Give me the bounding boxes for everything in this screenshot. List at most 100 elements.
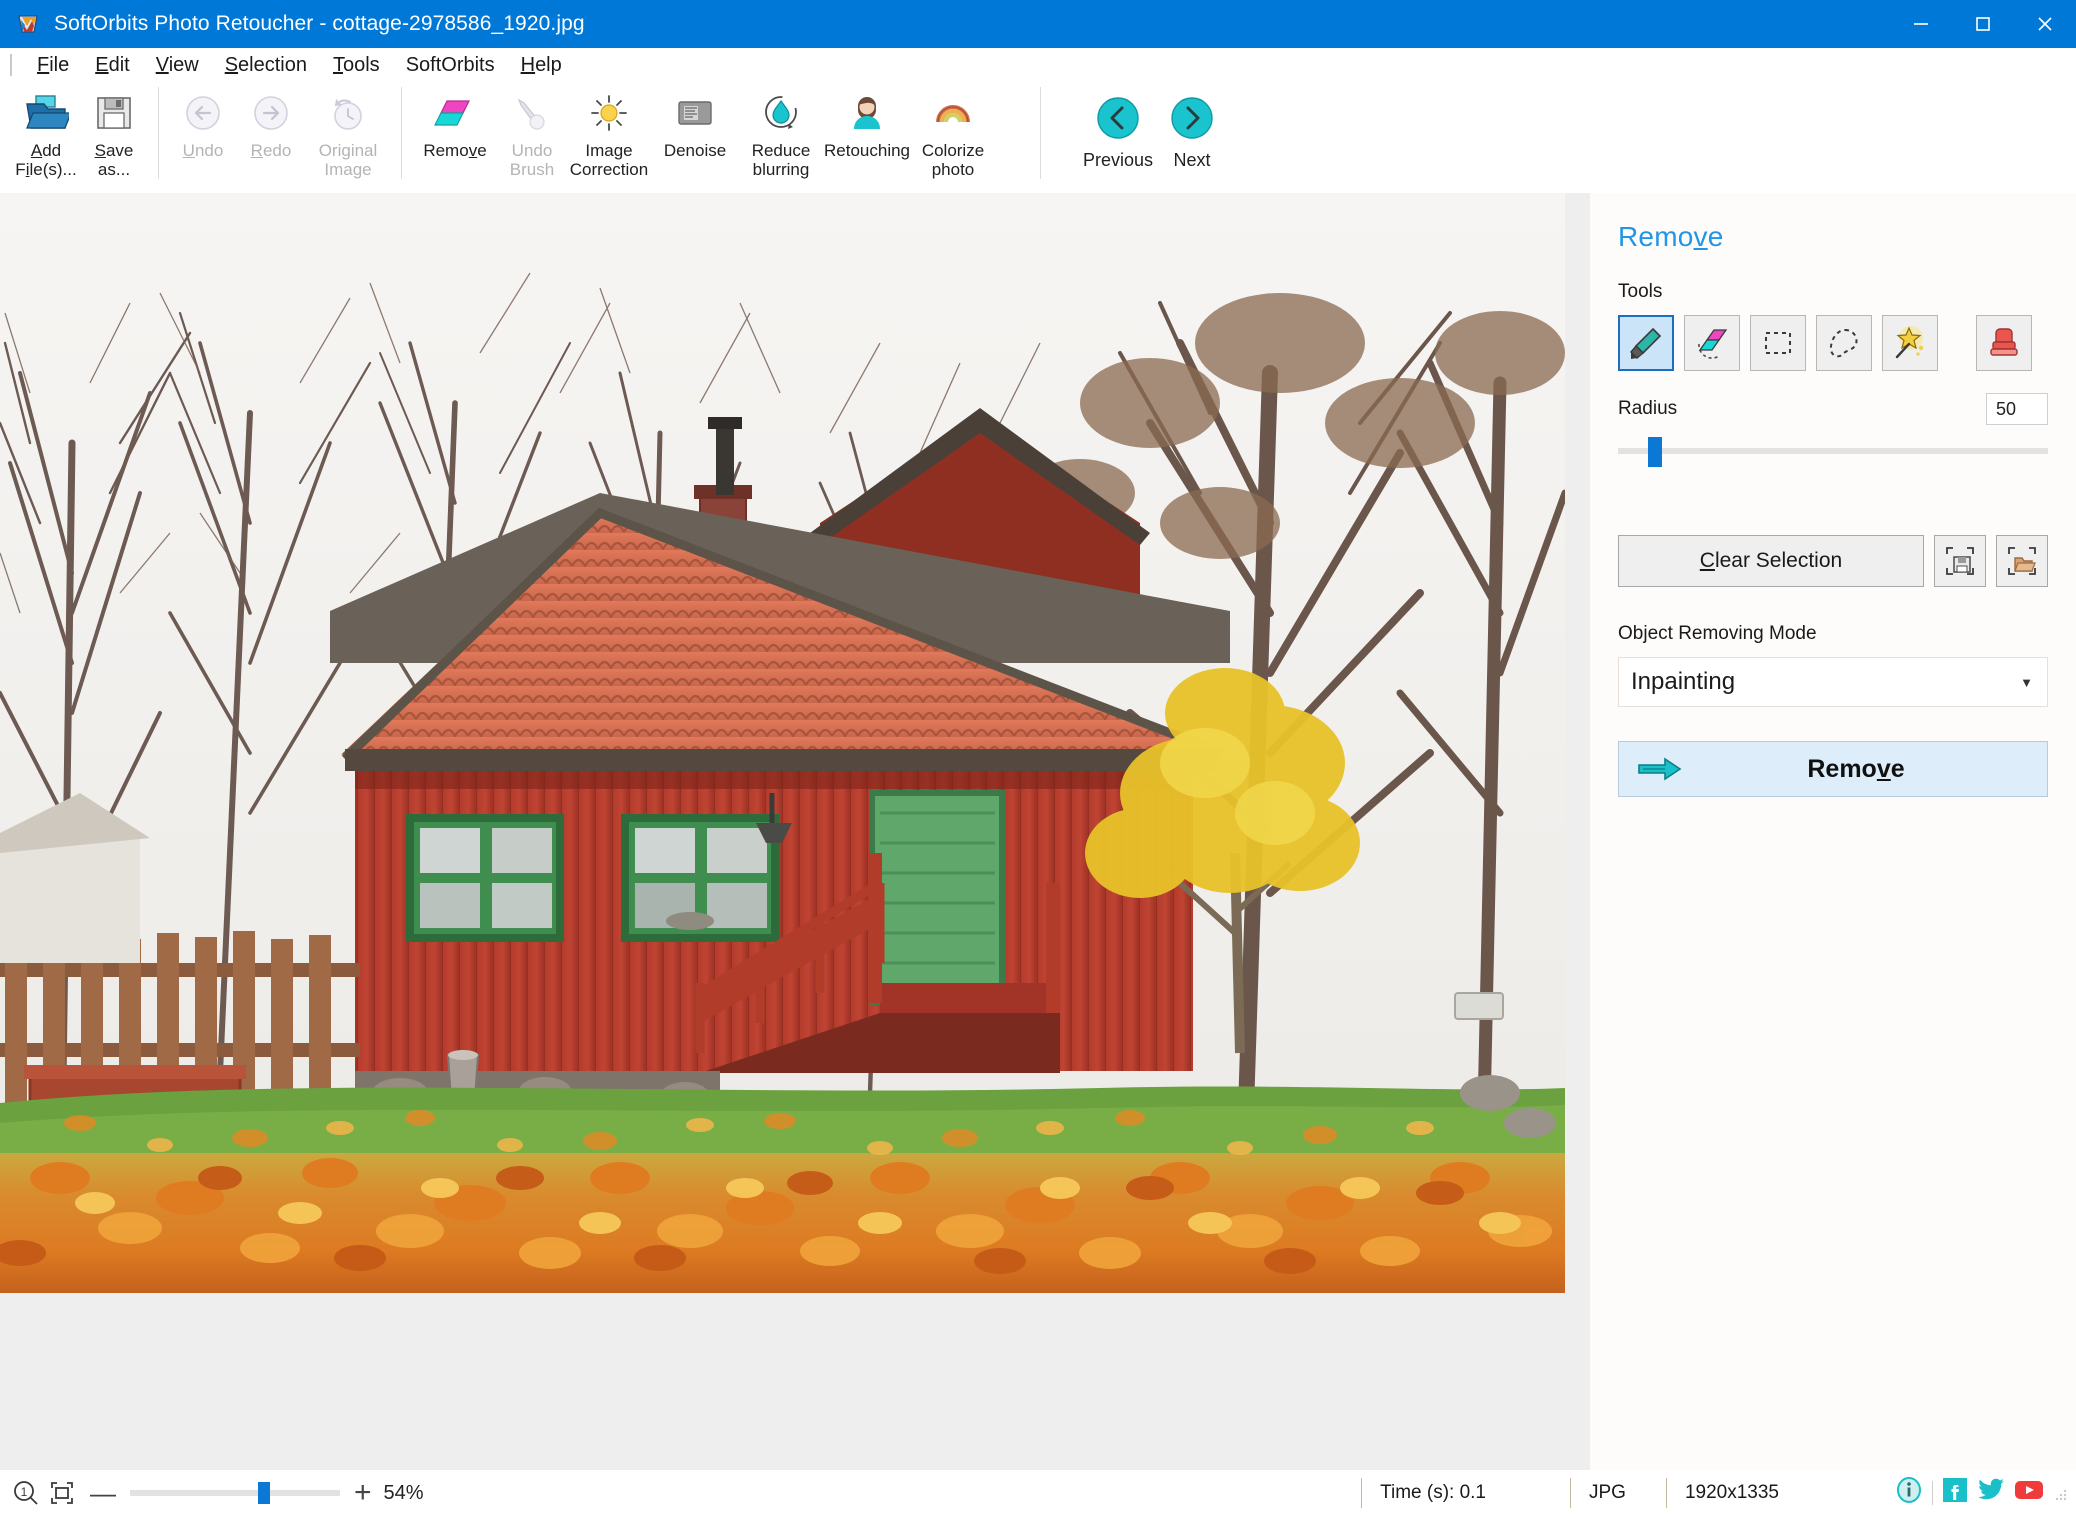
workspace: Remove Tools Radius 50 C lear Selection … (0, 193, 2076, 1470)
radius-input[interactable]: 50 (1986, 393, 2048, 425)
status-bar: 1 — + 54% Time (s): 0.1 JPG 1920x1335 (0, 1470, 2076, 1516)
statusbar-separator-3 (1665, 1478, 1667, 1508)
reduce-blurring-button[interactable]: Reduce blurring (738, 83, 824, 187)
close-icon[interactable] (2014, 0, 2076, 48)
photo-image[interactable] (0, 193, 1565, 1293)
denoise-button[interactable]: Denoise (652, 83, 738, 187)
retouching-button[interactable]: Retouching (824, 83, 910, 187)
previous-label: Previous (1082, 150, 1154, 170)
zoom-in-icon[interactable]: + (354, 1478, 372, 1508)
magic-wand-tool[interactable] (1882, 315, 1938, 371)
undo-button[interactable]: Undo (169, 83, 237, 187)
redo-arrow-icon (249, 89, 293, 137)
lasso-icon (1829, 328, 1858, 358)
next-label: Next (1173, 150, 1211, 170)
remove-action-button[interactable]: Remove (1618, 741, 2048, 797)
toolbar-group-effects: Remove Undo Brush Image Correction Denoi… (412, 83, 996, 191)
brush-tool[interactable] (1618, 315, 1674, 371)
original-image-label: Original Image (318, 141, 378, 179)
image-canvas-area[interactable] (0, 193, 1590, 1470)
lasso-select-tool[interactable] (1816, 315, 1872, 371)
undo-brush-button[interactable]: Undo Brush (498, 83, 566, 187)
zoom-out-icon[interactable]: — (90, 1480, 116, 1506)
twitter-icon[interactable] (1977, 1477, 2005, 1509)
undo-brush-label: Undo Brush (509, 141, 555, 179)
menu-item-view[interactable]: View (143, 51, 212, 80)
original-image-button[interactable]: Original Image (305, 83, 391, 187)
resize-grip-icon[interactable] (2054, 1486, 2068, 1501)
image-correction-label: Image Correction (569, 141, 649, 179)
tool-options-panel: Remove Tools Radius 50 C lear Selection … (1590, 193, 2076, 1470)
zoom-slider-thumb[interactable] (258, 1482, 270, 1504)
remove-button[interactable]: Remove (412, 83, 498, 187)
facebook-icon[interactable] (1942, 1477, 1968, 1509)
zoom-slider[interactable] (130, 1481, 340, 1505)
add-files-button[interactable]: Add File(s)... (12, 83, 80, 187)
tools-row (1618, 315, 2048, 371)
denoise-icon (673, 89, 717, 137)
info-icon[interactable] (1895, 1476, 1923, 1510)
panel-title: Remove (1618, 221, 1724, 252)
radius-slider-thumb[interactable] (1648, 437, 1662, 467)
tools-label: Tools (1618, 281, 1663, 302)
colorize-rainbow-icon (931, 89, 975, 137)
save-selection-icon (1946, 547, 1974, 575)
main-toolbar: Add File(s)... Save as... Undo Redo Orig… (0, 83, 2076, 274)
social-links (1895, 1476, 2044, 1510)
image-correction-button[interactable]: Image Correction (566, 83, 652, 187)
eraser-icon (1698, 329, 1728, 359)
redo-button[interactable]: Redo (237, 83, 305, 187)
undo-label: Undo (182, 141, 224, 160)
zoom-slider-track (130, 1490, 340, 1496)
application-window: SoftOrbits Photo Retoucher - cottage-297… (0, 0, 2076, 1516)
youtube-icon[interactable] (2014, 1479, 2044, 1507)
radius-slider-track (1618, 448, 2048, 454)
remove-action-label: Remove (1807, 754, 1905, 783)
maximize-icon[interactable] (1952, 0, 2014, 48)
redo-label: Redo (250, 141, 292, 160)
statusbar-separator-1 (1361, 1478, 1363, 1508)
menu-item-edit[interactable]: Edit (82, 51, 142, 80)
undo-arrow-icon (181, 89, 225, 137)
cottage-photo (0, 193, 1565, 1293)
remove-shape-icon (433, 89, 477, 137)
eraser-tool[interactable] (1684, 315, 1740, 371)
softorbits-logo-icon (14, 10, 42, 38)
menu-bar: File Edit View Selection Tools SoftOrbit… (0, 48, 2076, 83)
radius-row: Radius 50 (1618, 393, 2048, 425)
radius-slider[interactable] (1618, 435, 2048, 467)
file-format-label: JPG (1589, 1482, 1626, 1503)
load-selection-button[interactable] (1996, 535, 2048, 587)
menu-item-softorbits[interactable]: SoftOrbits (393, 51, 508, 80)
zoom-percent-label: 54% (383, 1481, 424, 1504)
clone-stamp-tool[interactable] (1976, 315, 2032, 371)
menu-item-file[interactable]: File (24, 51, 82, 80)
menu-item-help[interactable]: Help (508, 51, 575, 80)
statusbar-separator-2 (1570, 1478, 1571, 1508)
zoom-one-to-one-icon[interactable]: 1 (12, 1479, 40, 1507)
save-as-button[interactable]: Save as... (80, 83, 148, 187)
denoise-label: Denoise (663, 141, 727, 160)
colorize-photo-button[interactable]: Colorize photo (910, 83, 996, 187)
clear-selection-button[interactable]: Clear Selection (1618, 535, 1924, 587)
processing-time-label: Time (s): 0.1 (1380, 1482, 1486, 1503)
minimize-icon[interactable] (1890, 0, 1952, 48)
save-selection-button[interactable] (1934, 535, 1986, 587)
previous-button[interactable]: Previous (1081, 83, 1155, 187)
next-button[interactable]: Next (1155, 83, 1229, 187)
original-image-icon (326, 89, 370, 137)
window-title: SoftOrbits Photo Retoucher - cottage-297… (54, 12, 585, 35)
rectangle-select-tool[interactable] (1750, 315, 1806, 371)
object-removing-mode-label: Object Removing Mode (1618, 623, 1817, 644)
fit-to-window-icon[interactable] (48, 1479, 76, 1507)
object-removing-mode-select[interactable]: Inpainting ▼ (1618, 657, 2048, 707)
retouching-person-icon (845, 89, 889, 137)
marker-brush-icon (1630, 327, 1662, 359)
menubar-grip (10, 54, 12, 76)
svg-text:1: 1 (21, 1485, 28, 1499)
reduce-blurring-icon (759, 89, 803, 137)
menu-item-selection[interactable]: Selection (212, 51, 320, 80)
menu-item-tools[interactable]: Tools (320, 51, 393, 80)
brightness-sun-icon (587, 89, 631, 137)
toolbar-separator-3 (1040, 87, 1041, 179)
